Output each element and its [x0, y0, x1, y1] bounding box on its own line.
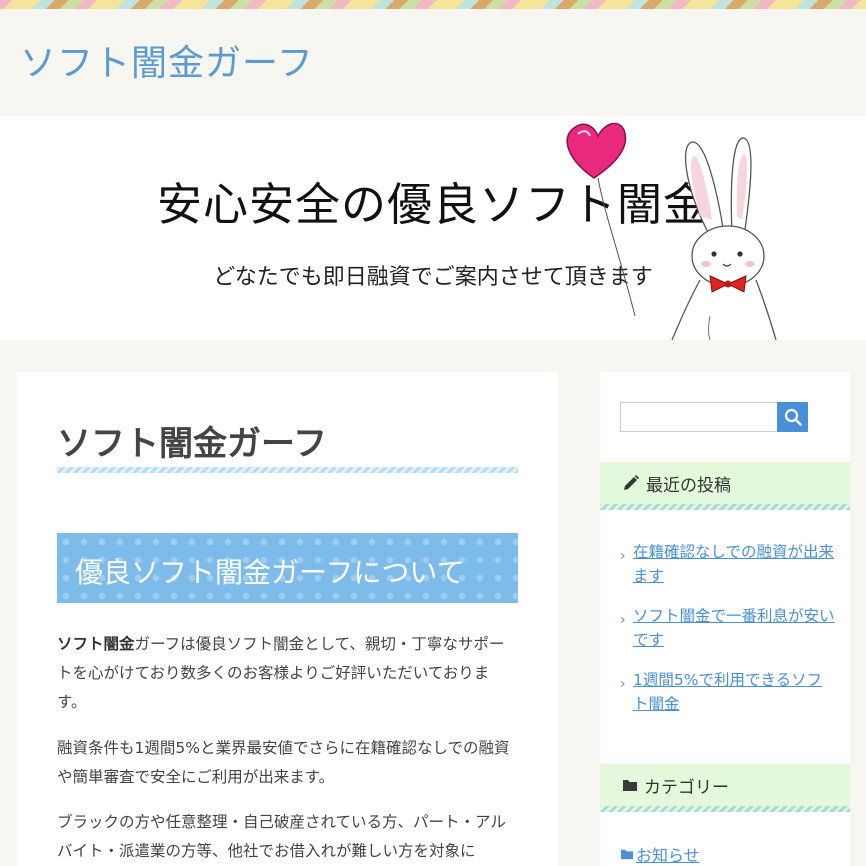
paragraph-1: ソフト闇金ガーフは優良ソフト闇金として、親切・丁寧なサポートを心がけており数多く…	[57, 630, 518, 717]
recent-posts-heading: 最近の投稿	[600, 462, 850, 510]
recent-posts-list: › 在籍確認なしでの融資が出来ます › ソフト闇金で一番利息が安いです › 1週…	[620, 540, 835, 732]
search-icon	[784, 408, 802, 426]
category-link[interactable]: お知らせ	[620, 842, 700, 866]
hero-banner: 安心安全の優良ソフト闇金 どなたでも即日融資でご案内させて頂きます	[0, 116, 866, 340]
folder-icon	[622, 778, 638, 792]
pencil-icon	[622, 474, 640, 492]
paragraph-3: ブラックの方や任意整理・自己破産されている方、パート・アルバイト・派遣業の方等、…	[57, 813, 506, 860]
section-heading-box: 優良ソフト闇金ガーフについて	[57, 533, 518, 603]
entry-title: ソフト闇金ガーフ	[57, 424, 327, 464]
list-item: › 1週間5%で利用できるソフト闇金	[620, 668, 835, 716]
heading-stripe	[600, 504, 850, 510]
recent-post-link[interactable]: ソフト闇金で一番利息が安いです	[633, 607, 835, 649]
paragraph-2: 融資条件も1週間5%と業界最安値でさらに在籍確認なしでの融資や簡単審査で安全にご…	[57, 739, 510, 786]
list-item: › ソフト闇金で一番利息が安いです	[620, 604, 835, 652]
sidebar: 最近の投稿 › 在籍確認なしでの融資が出来ます › ソフト闇金で一番利息が安いで…	[600, 372, 850, 866]
recent-posts-title: 最近の投稿	[646, 475, 731, 496]
categories-title: カテゴリー	[644, 777, 729, 798]
chevron-right-icon: ›	[620, 676, 626, 692]
chevron-right-icon: ›	[620, 612, 626, 628]
chevron-right-icon: ›	[620, 548, 626, 564]
bunny-balloon-illustration	[566, 122, 777, 340]
categories-heading: カテゴリー	[600, 764, 850, 812]
section-heading: 優良ソフト闇金ガーフについて	[75, 556, 465, 589]
search-input[interactable]	[620, 402, 778, 432]
bold-keyword: ソフト闇金	[57, 635, 135, 653]
main-content: ソフト闇金ガーフ 優良ソフト闇金ガーフについて ソフト闇金ガーフは優良ソフト闇金…	[17, 372, 558, 866]
search-button[interactable]	[777, 402, 808, 432]
list-item: › 在籍確認なしでの融資が出来ます	[620, 540, 835, 588]
site-title-link[interactable]: ソフト闇金ガーフ	[20, 34, 314, 86]
recent-post-link[interactable]: 1週間5%で利用できるソフト闇金	[633, 671, 822, 713]
folder-icon	[621, 849, 633, 860]
title-underline	[57, 467, 518, 473]
top-decorative-stripe	[0, 0, 866, 9]
heading-stripe	[600, 806, 850, 812]
category-label: お知らせ	[636, 846, 700, 865]
recent-post-link[interactable]: 在籍確認なしでの融資が出来ます	[633, 543, 834, 585]
